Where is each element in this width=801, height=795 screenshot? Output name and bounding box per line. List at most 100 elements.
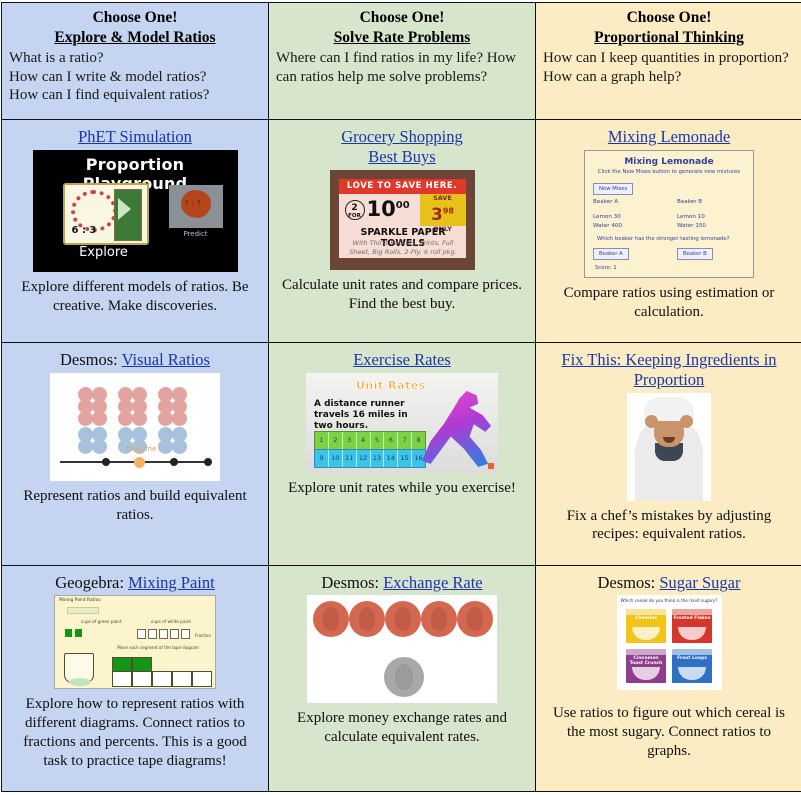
choose-one-label-1: Choose One!	[92, 9, 178, 26]
exchange-rate-thumbnail[interactable]	[307, 595, 497, 704]
cell-grocery-shopping: Grocery Shopping Best Buys LOVE TO SAVE …	[268, 119, 536, 344]
lemonade-thumbnail[interactable]: Mixing Lemonade Click the New Mixes butt…	[584, 150, 754, 279]
answer-beaker-a-button[interactable]: Beaker A	[593, 248, 629, 261]
beaker-a-label: Beaker A	[593, 199, 619, 206]
cell-fix-this: Fix This: Keeping Ingredients in Proport…	[535, 342, 801, 566]
cell-exercise-rates: Exercise Rates Unit Rates A distance run…	[268, 342, 536, 566]
cell-exchange-rate: Desmos: Exchange Rate Explore money exch…	[268, 564, 536, 793]
visual-ratios-thumbnail[interactable]: Drag me	[50, 372, 220, 481]
mixing-paint-app-title: Mixing Paint Ratios	[59, 598, 101, 604]
header-cell-rates: Choose One! Solve Rate Problems Where ca…	[268, 1, 536, 121]
runner-icon	[422, 390, 492, 467]
answer-beaker-b-button[interactable]: Beaker B	[677, 248, 713, 261]
beaker-b-water: Water 150	[677, 223, 706, 230]
fix-this-caption: Fix a chef’s mistakes by adjusting recip…	[566, 507, 772, 543]
lemonade-score: Score: 1	[595, 265, 617, 272]
cereal-box-2[interactable]: Frosted Flakes	[672, 609, 712, 644]
header-row: Choose One! Explore & Model Ratios What …	[1, 1, 801, 121]
sugar-title: Desmos: Sugar Sugar	[598, 573, 741, 593]
phet-predict-card	[168, 185, 223, 229]
price-dollars: 10	[366, 196, 396, 221]
penny-icon-5	[457, 601, 493, 638]
mixing-paint-caption: Explore how to represent ratios with dif…	[23, 696, 247, 769]
green-cup-1	[65, 629, 72, 638]
phet-ratio-label: 6 : 3	[71, 225, 97, 237]
visual-ratios-title: Desmos: Visual Ratios	[60, 350, 210, 370]
price-tag: LOVE TO SAVE HERE. 2 FOR 1000 SAVE 398 O…	[338, 178, 466, 258]
chef-hand-right	[680, 414, 693, 428]
penny-icon-3	[385, 601, 421, 638]
cereal-box-3[interactable]: Cinnamon Toast Crunch	[626, 649, 666, 684]
sugar-prefix: Desmos:	[597, 572, 656, 592]
cell-visual-ratios: Desmos: Visual Ratios Drag me Represent …	[1, 342, 269, 566]
penny-icon-2	[349, 601, 385, 638]
phet-thumbnail[interactable]: Proportion Playground 6 : 3 Explore Pred…	[32, 150, 238, 273]
drag-handle[interactable]	[134, 456, 145, 468]
grocery-caption: Calculate unit rates and compare prices.…	[282, 276, 522, 312]
header-cell-explore: Choose One! Explore & Model Ratios What …	[1, 1, 269, 121]
cell-phet-simulation: PhET Simulation Proportion Playground 6 …	[1, 119, 269, 344]
sugar-question: Which cereal do you think is the most su…	[620, 598, 718, 604]
visual-ratios-caption: Represent ratios and build equivalent ra…	[23, 487, 247, 523]
exchange-rate-title: Desmos: Exchange Rate	[321, 573, 482, 593]
exchange-rate-link[interactable]: Exchange Rate	[383, 573, 482, 592]
lemonade-question: Which beaker has the stronger tasting le…	[597, 236, 730, 243]
sugar-caption: Use ratios to figure out which cereal is…	[552, 705, 785, 759]
lemonade-subtitle: Click the New Mixes button to generate n…	[597, 169, 741, 176]
exercise-title: Exercise Rates	[353, 350, 451, 370]
new-mixes-button[interactable]: New Mixes	[593, 183, 634, 196]
corner-mark-icon	[488, 462, 494, 469]
product-description: With Thirst Pockets, Prints, Full Sheet,…	[349, 238, 457, 256]
column-questions-3: How can I keep quantities in proportion?…	[543, 50, 789, 85]
green-paint-label: cups of green paint	[81, 619, 122, 625]
activity-row-1: PhET Simulation Proportion Playground 6 …	[1, 119, 801, 344]
cereal-box-4[interactable]: Froot Loops	[672, 649, 712, 684]
mixing-paint-thumbnail[interactable]: Mixing Paint Ratios cups of green paint …	[54, 595, 216, 690]
grocery-thumbnail[interactable]: LOVE TO SAVE HERE. 2 FOR 1000 SAVE 398 O…	[329, 169, 475, 270]
column-heading-1: Explore & Model Ratios	[54, 28, 216, 46]
sugar-link[interactable]: Sugar Sugar	[659, 573, 740, 592]
exercise-statement: A distance runner travels 16 miles in tw…	[314, 398, 408, 431]
blue-dot-group-3	[158, 426, 194, 463]
tape-diagram-bottom	[112, 671, 212, 688]
visual-ratios-prefix: Desmos:	[60, 350, 118, 370]
phet-caption: Explore different models of ratios. Be c…	[21, 279, 249, 314]
chef-hand-left	[645, 414, 658, 428]
exercise-thumbnail[interactable]: Unit Rates A distance runner travels 16 …	[306, 372, 498, 473]
grocery-link[interactable]: Grocery Shopping Best Buys	[341, 127, 462, 166]
sugar-thumbnail[interactable]: Which cereal do you think is the most su…	[616, 595, 722, 691]
fraction-checkbox[interactable]: Fraction	[195, 633, 211, 638]
tape-diagram-note: Move each segment of the tape diagram	[117, 645, 199, 651]
mixing-paint-prefix: Geogebra:	[55, 572, 124, 592]
exercise-link[interactable]: Exercise Rates	[353, 350, 451, 369]
beaker-b-label: Beaker B	[677, 199, 703, 206]
phet-link[interactable]: PhET Simulation	[78, 127, 192, 146]
lemonade-link[interactable]: Mixing Lemonade	[608, 127, 730, 146]
paint-spill	[69, 678, 91, 687]
drag-me-label: Drag me	[126, 444, 157, 453]
visual-ratios-link[interactable]: Visual Ratios	[122, 350, 210, 369]
mixing-paint-link[interactable]: Mixing Paint	[128, 573, 215, 592]
lemonade-title: Mixing Lemonade	[608, 127, 730, 147]
paint-splat-icon	[180, 190, 211, 219]
tag-banner: LOVE TO SAVE HERE.	[338, 178, 466, 194]
column-heading-2: Solve Rate Problems	[333, 28, 471, 46]
quantity-badge: 2 FOR	[344, 199, 365, 220]
exchange-rate-caption: Explore money exchange rates and calcula…	[297, 710, 507, 746]
phet-title: PhET Simulation	[78, 127, 192, 147]
cereal-box-1[interactable]: Cheerios	[626, 609, 666, 644]
qty-bottom: FOR	[348, 212, 361, 219]
phet-predict-label: Predict	[183, 230, 208, 239]
column-questions-2: Where can I find ratios in my life? How …	[276, 50, 516, 85]
header-cell-proportional: Choose One! Proportional Thinking How ca…	[535, 1, 801, 121]
toolbar-tab[interactable]	[67, 607, 99, 615]
fix-this-title: Fix This: Keeping Ingredients in Proport…	[544, 350, 794, 390]
beaker-a-values: Lemon 30 Water 400	[593, 213, 622, 231]
beaker-b-lemon: Lemon 10	[677, 214, 705, 221]
fix-this-link[interactable]: Fix This: Keeping Ingredients in Proport…	[561, 350, 776, 389]
cell-mixing-lemonade: Mixing Lemonade Mixing Lemonade Click th…	[535, 119, 801, 344]
unit-rates-title: Unit Rates	[356, 378, 426, 393]
chef-thumbnail[interactable]	[627, 392, 711, 501]
penny-icon-1	[313, 601, 349, 638]
tag-price: 1000	[367, 197, 410, 221]
